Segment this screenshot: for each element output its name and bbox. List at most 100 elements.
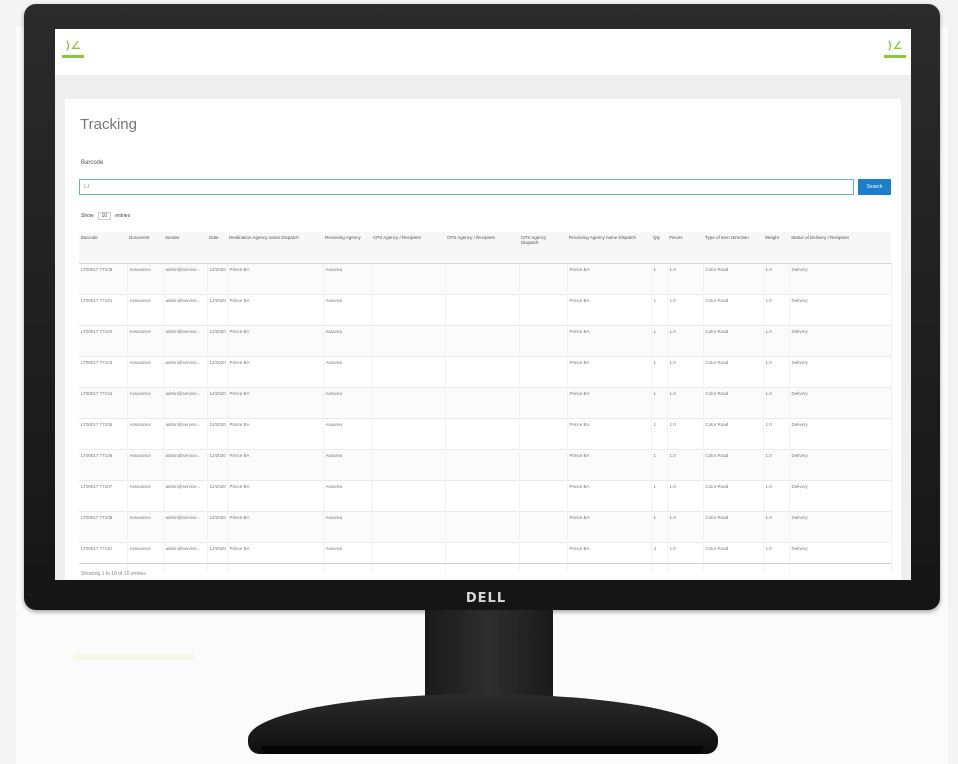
table-row[interactable]: LT00017 77103 Assurance admin@service... 12… <box>79 356 892 388</box>
table-row[interactable]: LT00017 77110 Assurance admin@service... 12… <box>79 542 892 573</box>
search-row: Search <box>79 179 891 197</box>
table-cell: LT00017 77101 <box>79 294 128 326</box>
table-cell: Delivery <box>789 418 892 450</box>
table-cell: LT00017 77108 <box>79 511 128 543</box>
table-cell <box>519 387 568 419</box>
table-cell: 1.0 <box>667 542 704 573</box>
table-cell: Prince BA <box>567 325 652 357</box>
table-cell <box>371 480 446 512</box>
table-cell: 1.0 <box>763 294 790 326</box>
brand-logo-icon[interactable]: ⟩∠ <box>62 41 84 63</box>
entries-control: Show 10 entries <box>81 212 130 220</box>
table-cell: Color Road <box>703 418 764 450</box>
table-cell: 1.0 <box>667 294 704 326</box>
table-cell: LT00017 77106 <box>79 449 128 481</box>
table-cell: admin@service... <box>163 542 208 573</box>
table-cell <box>445 263 520 295</box>
table-row[interactable]: LT00017 77109 Assurance admin@service... 12… <box>79 263 892 295</box>
table-row[interactable]: LT00017 77101 Assurance admin@service... 12… <box>79 294 892 326</box>
column-header[interactable]: CPS Agency / Recipient <box>445 232 519 264</box>
table-row[interactable]: LT00017 77105 Assurance admin@service... 12… <box>79 418 892 450</box>
column-header[interactable]: Document <box>127 232 163 264</box>
column-header[interactable]: Destination Agency name Dispatch <box>227 232 323 264</box>
column-header[interactable]: Type of Item Direction <box>703 232 763 264</box>
table-cell: LT00017 77109 <box>79 263 128 295</box>
table-row[interactable]: LT00017 77108 Assurance admin@service... 12… <box>79 511 892 543</box>
table-cell: Prince BA <box>567 542 652 573</box>
table-cell: 1.0 <box>763 542 790 573</box>
table-cell <box>519 294 568 326</box>
table-cell: 1 <box>651 263 668 295</box>
column-header[interactable]: Receiving Agency <box>323 232 371 264</box>
table-cell: 1 <box>651 449 668 481</box>
table-cell: 1 <box>651 325 668 357</box>
table-cell: 1.0 <box>667 449 704 481</box>
table-cell: Assurea <box>323 542 372 573</box>
table-row[interactable]: LT00017 77106 Assurance admin@service... 12… <box>79 449 892 481</box>
table-cell: Prince BA <box>567 511 652 543</box>
tracking-panel: Tracking Barcode Search Show 10 entries <box>65 99 901 580</box>
table-cell: Delivery <box>789 387 892 419</box>
table-cell: Color Road <box>703 449 764 481</box>
table-cell: 1.0 <box>763 418 790 450</box>
table-cell: 1.0 <box>667 480 704 512</box>
table-cell <box>371 418 446 450</box>
table-cell <box>519 480 568 512</box>
table-cell: LT00017 77102 <box>79 325 128 357</box>
table-cell: 1 <box>651 480 668 512</box>
table-cell: Assurance <box>127 294 164 326</box>
table-cell <box>445 356 520 388</box>
column-header[interactable]: Date <box>207 232 227 264</box>
table-row[interactable]: LT00017 77107 Assurance admin@service... 12… <box>79 480 892 512</box>
brand-logo-icon[interactable]: ⟩∠ <box>884 41 906 63</box>
table-cell: admin@service... <box>163 263 208 295</box>
table-cell: 1 <box>651 511 668 543</box>
table-cell: Assurance <box>127 263 164 295</box>
monitor-base-edge <box>262 746 704 754</box>
table-cell: 12/2020 <box>207 511 228 543</box>
table-cell: admin@service... <box>163 511 208 543</box>
column-header[interactable]: Pieces <box>667 232 703 264</box>
table-cell: Prince BA <box>567 480 652 512</box>
table-row[interactable]: LT00017 77104 Assurance admin@service... 12… <box>79 387 892 419</box>
table-cell: Assurea <box>323 418 372 450</box>
table-cell: 12/2020 <box>207 449 228 481</box>
table-cell: Assurance <box>127 480 164 512</box>
column-header[interactable]: Qty <box>651 232 667 264</box>
table-cell: Prince BA <box>227 480 324 512</box>
search-button[interactable]: Search <box>858 179 891 195</box>
table-cell: Delivery <box>789 356 892 388</box>
column-header[interactable]: CPS Agency Dispatch <box>519 232 567 264</box>
table-cell: LT00017 77105 <box>79 418 128 450</box>
column-header[interactable]: Status of Delivery / Recipient <box>789 232 891 264</box>
barcode-search-input[interactable] <box>79 179 854 195</box>
column-header[interactable]: Barcode <box>79 232 127 264</box>
table-cell: 1.0 <box>763 511 790 543</box>
table-cell: admin@service... <box>163 418 208 450</box>
table-cell: LT00017 77104 <box>79 387 128 419</box>
column-header[interactable]: Weight <box>763 232 789 264</box>
table-cell: 12/2020 <box>207 387 228 419</box>
table-cell: 1.0 <box>667 387 704 419</box>
table-cell <box>371 542 446 573</box>
table-cell: Delivery <box>789 449 892 481</box>
table-cell: 1.0 <box>763 387 790 419</box>
table-cell: Delivery <box>789 511 892 543</box>
column-header[interactable]: Receiving Agency name Dispatch <box>567 232 651 264</box>
table-cell: 1.0 <box>667 511 704 543</box>
table-cell: Assurance <box>127 542 164 573</box>
table-cell: Assurance <box>127 356 164 388</box>
table-cell: LT00017 77110 <box>79 542 128 573</box>
entries-select[interactable]: 10 <box>97 212 112 220</box>
table-cell: Prince BA <box>567 356 652 388</box>
table-cell: Delivery <box>789 263 892 295</box>
table-row[interactable]: LT00017 77102 Assurance admin@service... 12… <box>79 325 892 357</box>
column-header[interactable]: Sender <box>163 232 207 264</box>
column-header[interactable]: CPS Agency / Recipient <box>371 232 445 264</box>
table-cell: 12/2020 <box>207 542 228 573</box>
table-cell: Prince BA <box>567 387 652 419</box>
table-cell: admin@service... <box>163 294 208 326</box>
table-cell: Prince BA <box>227 542 324 573</box>
table-cell: Assurance <box>127 449 164 481</box>
show-label: Show <box>81 213 94 219</box>
